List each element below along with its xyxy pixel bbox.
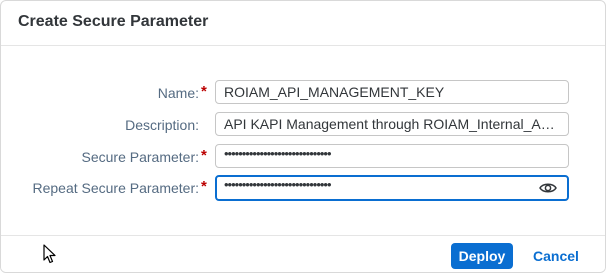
name-required-marker: * <box>201 83 207 100</box>
description-label: Description: <box>125 117 199 133</box>
repeat-secure-parameter-label: Repeat Secure Parameter: <box>32 180 199 196</box>
description-row: Description: API KAPI Management through… <box>1 112 605 138</box>
dialog-header: Create Secure Parameter <box>1 1 605 46</box>
deploy-button[interactable]: Deploy <box>451 243 513 269</box>
repeat-secure-parameter-row: Repeat Secure Parameter: * •••••••••••••… <box>1 175 605 201</box>
secure-parameter-required-marker: * <box>201 147 207 164</box>
secure-parameter-masked-value: •••••••••••••••••••••••••••••• <box>224 146 332 161</box>
description-input[interactable]: API KAPI Management through ROIAM_Intern… <box>215 112 569 136</box>
mouse-pointer-icon <box>43 244 56 264</box>
repeat-secure-parameter-required-marker: * <box>201 178 207 195</box>
dialog-title: Create Secure Parameter <box>18 13 209 30</box>
name-input-value: ROIAM_API_MANAGEMENT_KEY <box>224 84 445 100</box>
repeat-secure-parameter-input[interactable]: •••••••••••••••••••••••••••••• <box>215 175 569 201</box>
repeat-secure-parameter-masked-value: •••••••••••••••••••••••••••••• <box>224 177 332 192</box>
eye-icon[interactable] <box>539 181 557 195</box>
secure-parameter-input[interactable]: •••••••••••••••••••••••••••••• <box>215 144 569 168</box>
cancel-button[interactable]: Cancel <box>526 243 586 269</box>
description-input-value: API KAPI Management through ROIAM_Intern… <box>224 116 560 132</box>
secure-parameter-row: Secure Parameter: * ••••••••••••••••••••… <box>1 144 605 170</box>
dialog-footer: Deploy Cancel <box>1 235 605 272</box>
secure-parameter-label: Secure Parameter: <box>81 149 200 165</box>
name-row: Name: * ROIAM_API_MANAGEMENT_KEY <box>1 80 605 106</box>
name-input[interactable]: ROIAM_API_MANAGEMENT_KEY <box>215 80 569 104</box>
name-label: Name: <box>157 85 199 101</box>
create-secure-parameter-dialog: Create Secure Parameter Name: * ROIAM_AP… <box>0 0 606 273</box>
